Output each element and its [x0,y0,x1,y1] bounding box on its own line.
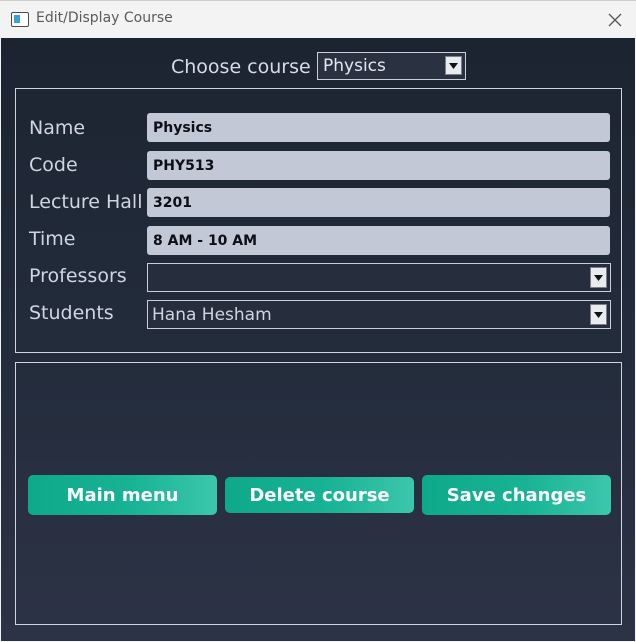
students-select-value: Hana Hesham [152,305,272,325]
save-changes-button[interactable]: Save changes [422,475,611,515]
code-label: Code [29,154,78,176]
students-label: Students [29,302,114,324]
actions-group: Main menu Delete course Save changes [15,362,622,625]
window-app-icon [11,12,29,27]
chevron-down-icon[interactable] [590,267,607,288]
time-label: Time [29,228,76,250]
name-field[interactable]: Physics [147,113,610,142]
window-content: Choose course Physics Name Physics Code … [1,38,635,641]
name-label: Name [29,117,86,139]
professors-label: Professors [29,265,127,287]
time-field[interactable]: 8 AM - 10 AM [147,226,610,255]
close-button[interactable] [598,5,632,35]
code-field[interactable]: PHY513 [147,151,610,180]
choose-course-label: Choose course [171,56,311,78]
window-title: Edit/Display Course [36,10,173,26]
course-details-group: Name Physics Code PHY513 Lecture Hall 32… [15,88,622,353]
title-bar[interactable]: Edit/Display Course [0,0,636,38]
delete-course-button[interactable]: Delete course [225,477,414,513]
course-select[interactable]: Physics [317,52,466,80]
close-icon [608,13,622,27]
course-select-value: Physics [323,56,386,76]
professors-select[interactable] [147,263,611,292]
course-window: Edit/Display Course Choose course Physic… [0,0,636,642]
main-menu-button[interactable]: Main menu [28,475,217,515]
chevron-down-icon[interactable] [445,56,462,75]
lecture-hall-field[interactable]: 3201 [147,188,610,217]
students-select[interactable]: Hana Hesham [147,300,611,329]
chevron-down-icon[interactable] [590,304,607,325]
lecture-hall-label: Lecture Hall [29,191,143,213]
